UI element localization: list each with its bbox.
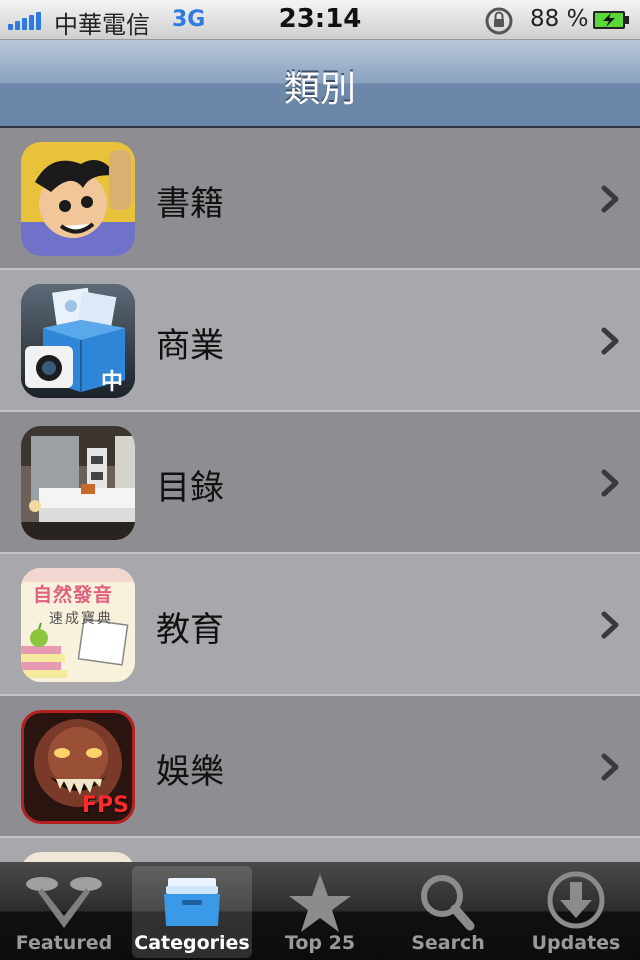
category-label: 教育 xyxy=(156,610,224,650)
tab-label: Search xyxy=(411,932,485,954)
category-row-business[interactable]: 中 商業 xyxy=(0,270,640,412)
tab-bar: Featured Categories Top 25 Search Update… xyxy=(0,862,640,960)
education-category-icon: 自然發音 速成寶典 xyxy=(21,568,135,682)
education-subtitle: 速成寶典 xyxy=(49,611,113,627)
tab-label: Updates xyxy=(531,932,621,954)
category-row-education[interactable]: 自然發音 速成寶典 教育 xyxy=(0,554,640,696)
tab-featured[interactable]: Featured xyxy=(0,862,128,960)
books-category-icon xyxy=(21,142,135,256)
language-badge: 中 xyxy=(101,370,124,395)
tab-top-25[interactable]: Top 25 xyxy=(256,862,384,960)
carrier-name: 中華電信 xyxy=(54,11,150,39)
battery-charging-icon xyxy=(593,11,629,29)
category-row-catalogs[interactable]: 目錄 xyxy=(0,412,640,554)
featured-icon xyxy=(26,877,102,928)
category-row-partial[interactable] xyxy=(0,838,640,862)
category-label: 書籍 xyxy=(156,184,224,224)
battery-percent: 88 % xyxy=(530,6,589,32)
catalogs-category-icon xyxy=(21,426,135,540)
status-bar: 中華電信 3G 23:14 88 % xyxy=(0,0,640,40)
category-list[interactable]: 書籍 中 商業 目錄 自然發音 速成寶典 教育 FPS 娛樂 xyxy=(0,128,640,862)
category-label: 目錄 xyxy=(156,468,224,508)
category-icon-partial xyxy=(21,852,135,862)
categories-icon xyxy=(164,878,220,926)
network-type: 3G xyxy=(172,7,206,32)
updates-icon xyxy=(547,871,605,929)
rotation-lock-icon xyxy=(485,7,513,35)
navigation-bar: 類別 xyxy=(0,40,640,128)
chevron-right-icon xyxy=(601,611,619,639)
chevron-right-icon xyxy=(601,753,619,781)
entertainment-category-icon: FPS xyxy=(21,710,135,824)
star-icon xyxy=(289,874,351,932)
page-title: 類別 xyxy=(283,69,356,110)
category-row-entertainment[interactable]: FPS 娛樂 xyxy=(0,696,640,838)
tab-search[interactable]: Search xyxy=(384,862,512,960)
category-label: 商業 xyxy=(156,326,224,366)
category-row-books[interactable]: 書籍 xyxy=(0,128,640,270)
chevron-right-icon xyxy=(601,185,619,213)
business-category-icon: 中 xyxy=(21,284,135,398)
tab-label: Top 25 xyxy=(284,932,356,954)
tab-updates[interactable]: Updates xyxy=(512,862,640,960)
tab-label: Categories xyxy=(134,932,250,954)
category-label: 娛樂 xyxy=(156,752,224,792)
education-title: 自然發音 xyxy=(33,584,114,606)
chevron-right-icon xyxy=(601,469,619,497)
signal-bars-icon xyxy=(8,10,48,30)
search-icon xyxy=(421,875,475,931)
fps-badge: FPS xyxy=(82,793,129,818)
tab-categories[interactable]: Categories xyxy=(132,866,252,958)
chevron-right-icon xyxy=(601,327,619,355)
tab-label: Featured xyxy=(15,932,113,954)
